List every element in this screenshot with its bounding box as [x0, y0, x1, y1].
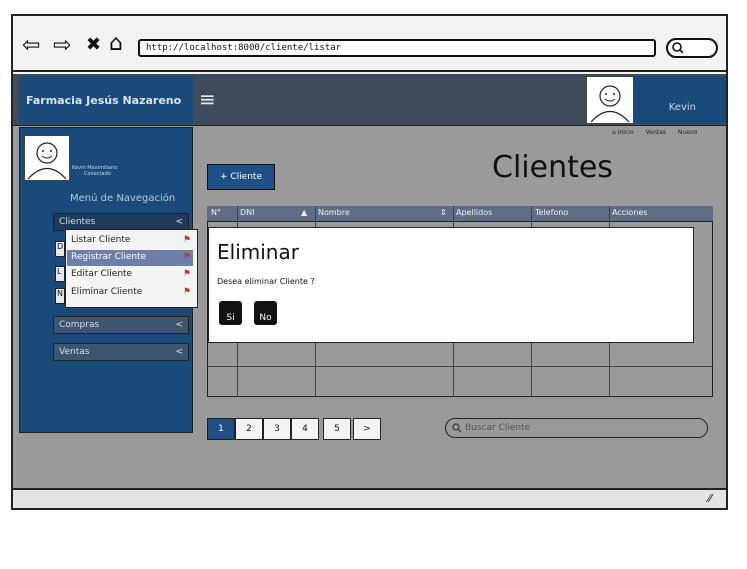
user-icon [27, 142, 67, 180]
sidebar-item-label: Ventas [59, 347, 90, 357]
row-divider [207, 366, 713, 367]
dialog-message: Desea eliminar Cliente ? [217, 277, 315, 286]
resize-handle-icon[interactable]: ⁄⁄ [708, 492, 712, 505]
breadcrumb: ⌂ Inicio Ventas Nuevo [612, 129, 697, 136]
sidebar-avatar [24, 135, 70, 181]
menu-title: Menú de Navegación [70, 193, 176, 204]
dialog-title: Eliminar [217, 240, 299, 264]
column-header[interactable]: Nombre [318, 208, 350, 217]
column-header[interactable]: N° [211, 208, 221, 217]
column-header[interactable]: Telefono [535, 208, 568, 217]
user-name[interactable]: Kevin [634, 76, 726, 124]
search-icon [672, 42, 684, 54]
sidebar-stub: N [55, 288, 65, 304]
page-button[interactable]: 1 [207, 418, 235, 440]
brand-logo[interactable]: Farmacia Jesús Nazareno [19, 76, 193, 124]
sidebar-user-info: Kevin Maximiliano Conectado [72, 165, 117, 177]
link-icon: ⚑ [182, 252, 191, 262]
breadcrumb-item[interactable]: Nuevo [678, 129, 697, 136]
submenu-label: Eliminar Cliente [71, 287, 143, 297]
next-page-button[interactable]: > [353, 418, 381, 440]
chevron-left-icon: < [175, 347, 183, 357]
user-icon [590, 85, 630, 123]
page-button[interactable]: 2 [235, 418, 263, 440]
page-button[interactable]: 3 [263, 418, 291, 440]
stop-icon[interactable]: ✖ [86, 34, 101, 56]
page-button[interactable]: 4 [291, 418, 319, 440]
sidebar-item-compras[interactable]: Compras < [53, 316, 189, 334]
breadcrumb-item[interactable]: ⌂ Inicio [612, 129, 634, 136]
chevron-left-icon: < [175, 217, 183, 227]
search-icon [452, 423, 462, 433]
submenu-label: Registrar Cliente [71, 252, 147, 262]
home-icon[interactable]: ⌂ [109, 33, 123, 55]
search-placeholder: Buscar Cliente [465, 423, 531, 433]
submenu-item-listar[interactable]: Listar Cliente ⚑ [67, 233, 193, 249]
avatar[interactable] [586, 76, 634, 124]
submenu-item-editar[interactable]: Editar Cliente ⚑ [67, 267, 193, 283]
breadcrumb-item[interactable]: Ventas [646, 129, 666, 136]
page-title: Clientes [492, 150, 613, 185]
confirm-no-button[interactable]: No [254, 301, 277, 325]
status-bar [13, 488, 726, 508]
submenu-item-registrar[interactable]: Registrar Cliente ⚑ [67, 250, 193, 266]
breadcrumb-label: Inicio [617, 129, 634, 136]
column-header[interactable]: Acciones [612, 208, 647, 217]
forward-icon[interactable]: ⇨ [53, 35, 71, 57]
back-icon[interactable]: ⇦ [22, 35, 40, 57]
add-cliente-button[interactable]: + Cliente [207, 164, 275, 190]
menu-toggle-icon[interactable]: ≡ [199, 87, 216, 111]
sidebar-item-ventas[interactable]: Ventas < [53, 343, 189, 361]
column-header[interactable]: Apellidos [456, 208, 492, 217]
page-button[interactable]: 5 [323, 418, 351, 440]
link-icon: ⚑ [182, 269, 191, 279]
sidebar-stub: D [55, 241, 65, 257]
sidebar-user-status: Conectado [84, 171, 111, 177]
browser-search[interactable] [666, 38, 718, 58]
confirm-yes-button[interactable]: Si [219, 301, 242, 325]
sort-icon[interactable]: ⇕ [440, 208, 447, 217]
submenu-label: Listar Cliente [71, 235, 131, 245]
column-header[interactable]: DNI [240, 208, 255, 217]
url-bar[interactable]: http://localhost:8000/cliente/listar [138, 39, 656, 57]
sidebar-stub: L [55, 266, 65, 282]
link-icon: ⚑ [182, 235, 191, 245]
sidebar-item-label: Clientes [59, 217, 96, 227]
home-icon: ⌂ [612, 129, 616, 136]
sort-up-icon[interactable]: ▲ [301, 208, 307, 217]
sidebar-item-label: Compras [59, 320, 100, 330]
link-icon: ⚑ [182, 287, 191, 297]
submenu-label: Editar Cliente [71, 269, 133, 279]
search-input[interactable]: Buscar Cliente [445, 418, 708, 438]
chevron-left-icon: < [175, 320, 183, 330]
submenu-item-eliminar[interactable]: Eliminar Cliente ⚑ [67, 285, 193, 301]
